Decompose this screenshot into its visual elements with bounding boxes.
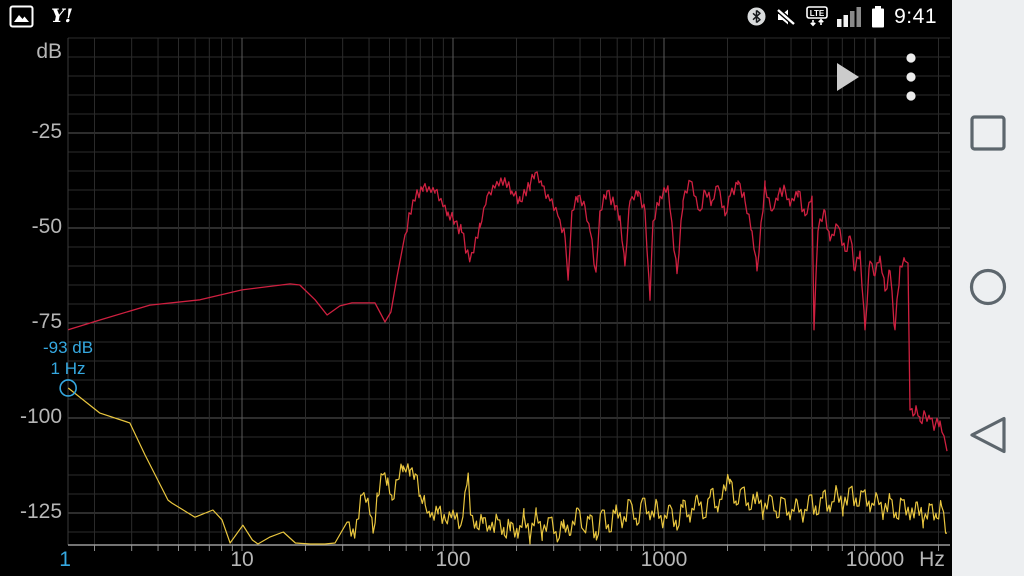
- x-tick-label: 10: [230, 548, 254, 571]
- y-tick-label: -50: [31, 215, 62, 238]
- y-tick-label: -75: [31, 310, 62, 333]
- x-tick-label: 10000: [845, 548, 905, 571]
- marker-db-label: -93 dB: [42, 338, 94, 357]
- peak-hold-trace: [68, 171, 948, 452]
- nav-home-button[interactable]: [964, 263, 1012, 311]
- mute-icon: [776, 7, 796, 26]
- svg-text:LTE: LTE: [810, 8, 825, 17]
- lte-icon: LTE: [806, 5, 828, 28]
- x-tick-label: 100: [435, 548, 471, 571]
- play-button[interactable]: [828, 59, 866, 95]
- play-triangle-icon: [837, 63, 859, 91]
- marker-freq-label: 1 Hz: [50, 359, 86, 378]
- square-icon: [970, 115, 1006, 151]
- y-axis-unit-label: dB: [36, 40, 62, 63]
- x-axis-unit-label: Hz: [919, 548, 945, 571]
- signal-icon: [837, 7, 862, 27]
- circle-icon: [969, 268, 1007, 306]
- screenshot-icon: [9, 5, 34, 28]
- battery-icon: [872, 5, 885, 27]
- bluetooth-icon: [747, 7, 766, 26]
- yahoo-notification-icon: Y!: [51, 5, 73, 27]
- y-tick-label: -125: [19, 500, 62, 523]
- y-tick-label: -100: [19, 405, 62, 428]
- vertical-ellipsis-icon: [906, 53, 916, 101]
- status-notifications: Y!: [9, 0, 73, 33]
- clock: 9:41: [894, 4, 937, 28]
- screen: { "status_bar": { "time": "9:41", "yahoo…: [0, 0, 1024, 576]
- x-tick-label: 1: [59, 548, 71, 571]
- nav-back-button[interactable]: [964, 411, 1012, 459]
- spectrum-plot[interactable]: [0, 0, 1024, 576]
- status-system-icons: LTE 9:41: [747, 0, 937, 33]
- triangle-left-icon: [970, 416, 1006, 454]
- status-bar: Y! LTE 9:41: [0, 0, 952, 33]
- live-spectrum-trace: [68, 387, 948, 545]
- y-tick-label: -25: [31, 120, 62, 143]
- x-tick-label: 1000: [640, 548, 688, 571]
- navigation-bar: [952, 0, 1024, 576]
- nav-recents-button[interactable]: [964, 109, 1012, 157]
- overflow-menu-button[interactable]: [897, 52, 925, 102]
